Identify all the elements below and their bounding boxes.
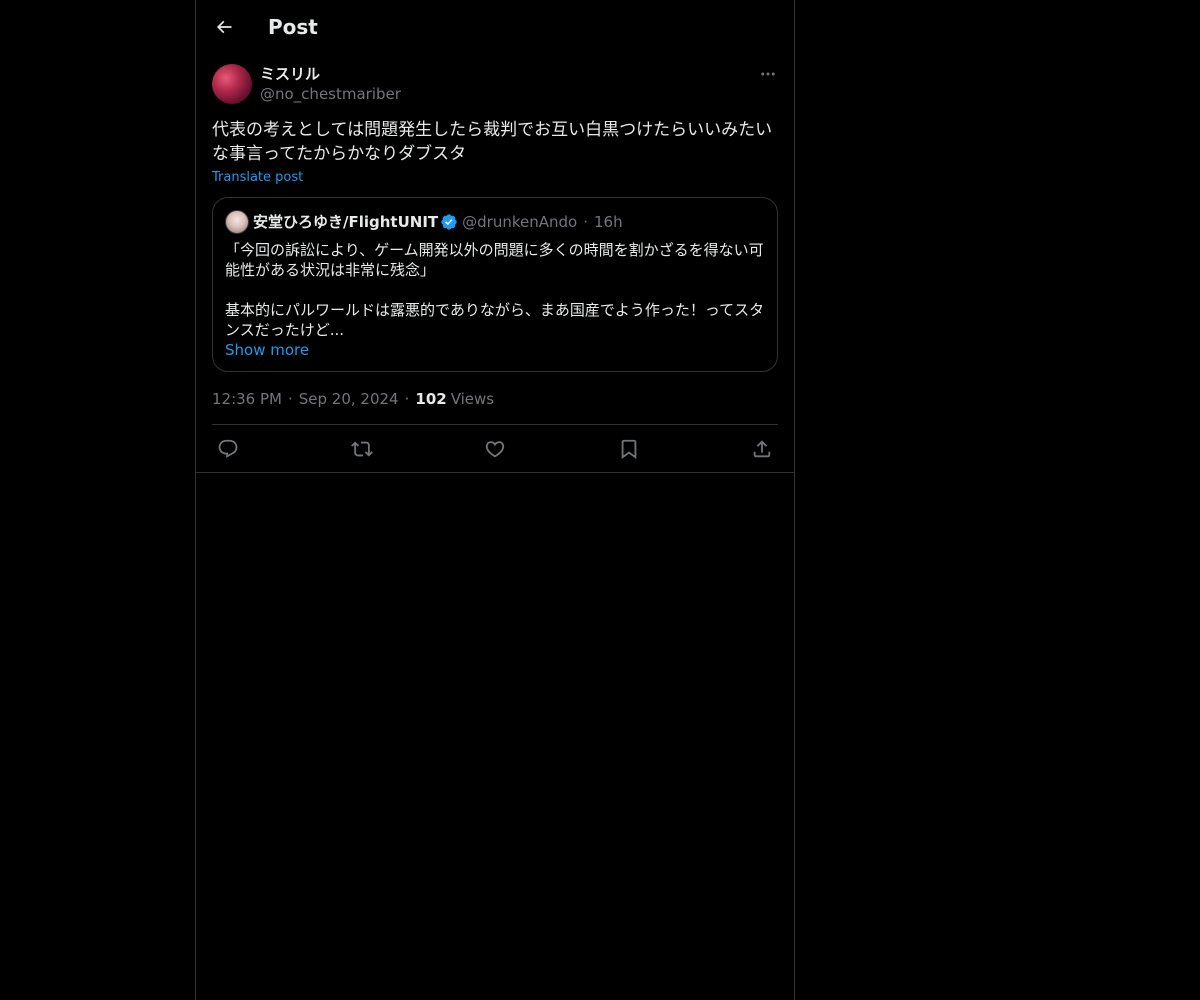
share-button[interactable] [750,437,774,461]
post-time[interactable]: 12:36 PM [212,390,282,408]
show-more-link[interactable]: Show more [225,341,309,359]
bookmark-icon [621,439,636,459]
post: ミスリル @no_chestmariber 代表の考えとしては問題発生したら裁判… [196,64,794,473]
reply-button[interactable] [216,437,240,461]
more-button[interactable] [758,64,778,84]
back-button[interactable] [212,15,236,39]
views-count: 102 [415,390,447,408]
quoted-post[interactable]: 安堂ひろゆき/FlightUNIT @drunkenAndo · 16h 「今回… [212,197,778,372]
post-meta: 12:36 PM · Sep 20, 2024 · 102 Views [212,390,778,425]
separator-dot: · [287,390,293,408]
author-handle[interactable]: @no_chestmariber [260,84,401,104]
translate-post-link[interactable]: Translate post [212,170,303,185]
views-label: Views [450,390,495,408]
like-button[interactable] [483,437,507,461]
repost-button[interactable] [350,437,374,461]
author-names: ミスリル @no_chestmariber [260,64,401,104]
post-date[interactable]: Sep 20, 2024 [299,390,399,408]
page-title: Post [268,15,318,39]
author-row: ミスリル @no_chestmariber [212,64,778,104]
quote-handle: @drunkenAndo [462,213,578,231]
bookmark-button[interactable] [617,437,641,461]
verified-icon [441,214,457,230]
post-column: Post ミスリル @no_chestmariber 代表の考えとしては問題発生… [195,0,795,1000]
action-bar [196,425,794,473]
author-display-name[interactable]: ミスリル [260,64,401,84]
quote-text: 「今回の訴訟により、ゲーム開発以外の問題に多くの時間を割かざるを得ない可能性があ… [225,241,765,339]
avatar[interactable] [212,64,252,104]
separator-dot: · [583,213,588,231]
share-icon [753,439,771,457]
post-text: 代表の考えとしては問題発生したら裁判でお互い白黒つけたらいいみたいな事言ってたか… [212,120,773,164]
more-icon [761,72,775,76]
page-header: Post [196,0,794,54]
quote-display-name: 安堂ひろゆき/FlightUNIT [253,213,439,231]
verified-badge [440,213,458,231]
repost-icon [350,441,373,456]
quote-avatar [225,210,249,234]
reply-icon [218,439,238,458]
back-arrow-icon [216,20,232,34]
separator-dot: · [404,390,410,408]
like-icon [485,440,505,457]
quote-timestamp: 16h [594,213,623,231]
quote-header: 安堂ひろゆき/FlightUNIT @drunkenAndo · 16h [225,210,765,234]
